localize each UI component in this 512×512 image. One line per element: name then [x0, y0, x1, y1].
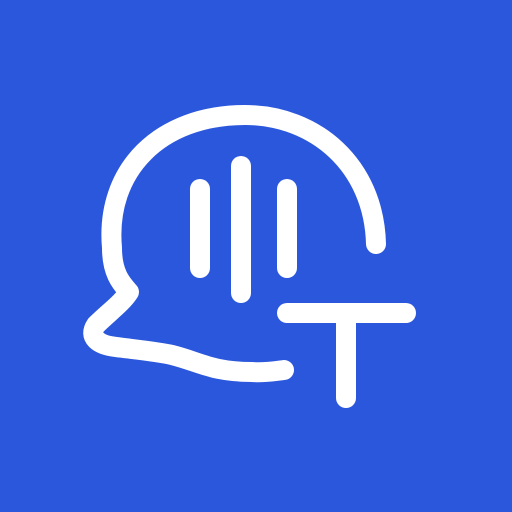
- speech-to-text-icon: [0, 0, 512, 512]
- app-icon: [0, 0, 512, 512]
- icon-background: [0, 0, 512, 512]
